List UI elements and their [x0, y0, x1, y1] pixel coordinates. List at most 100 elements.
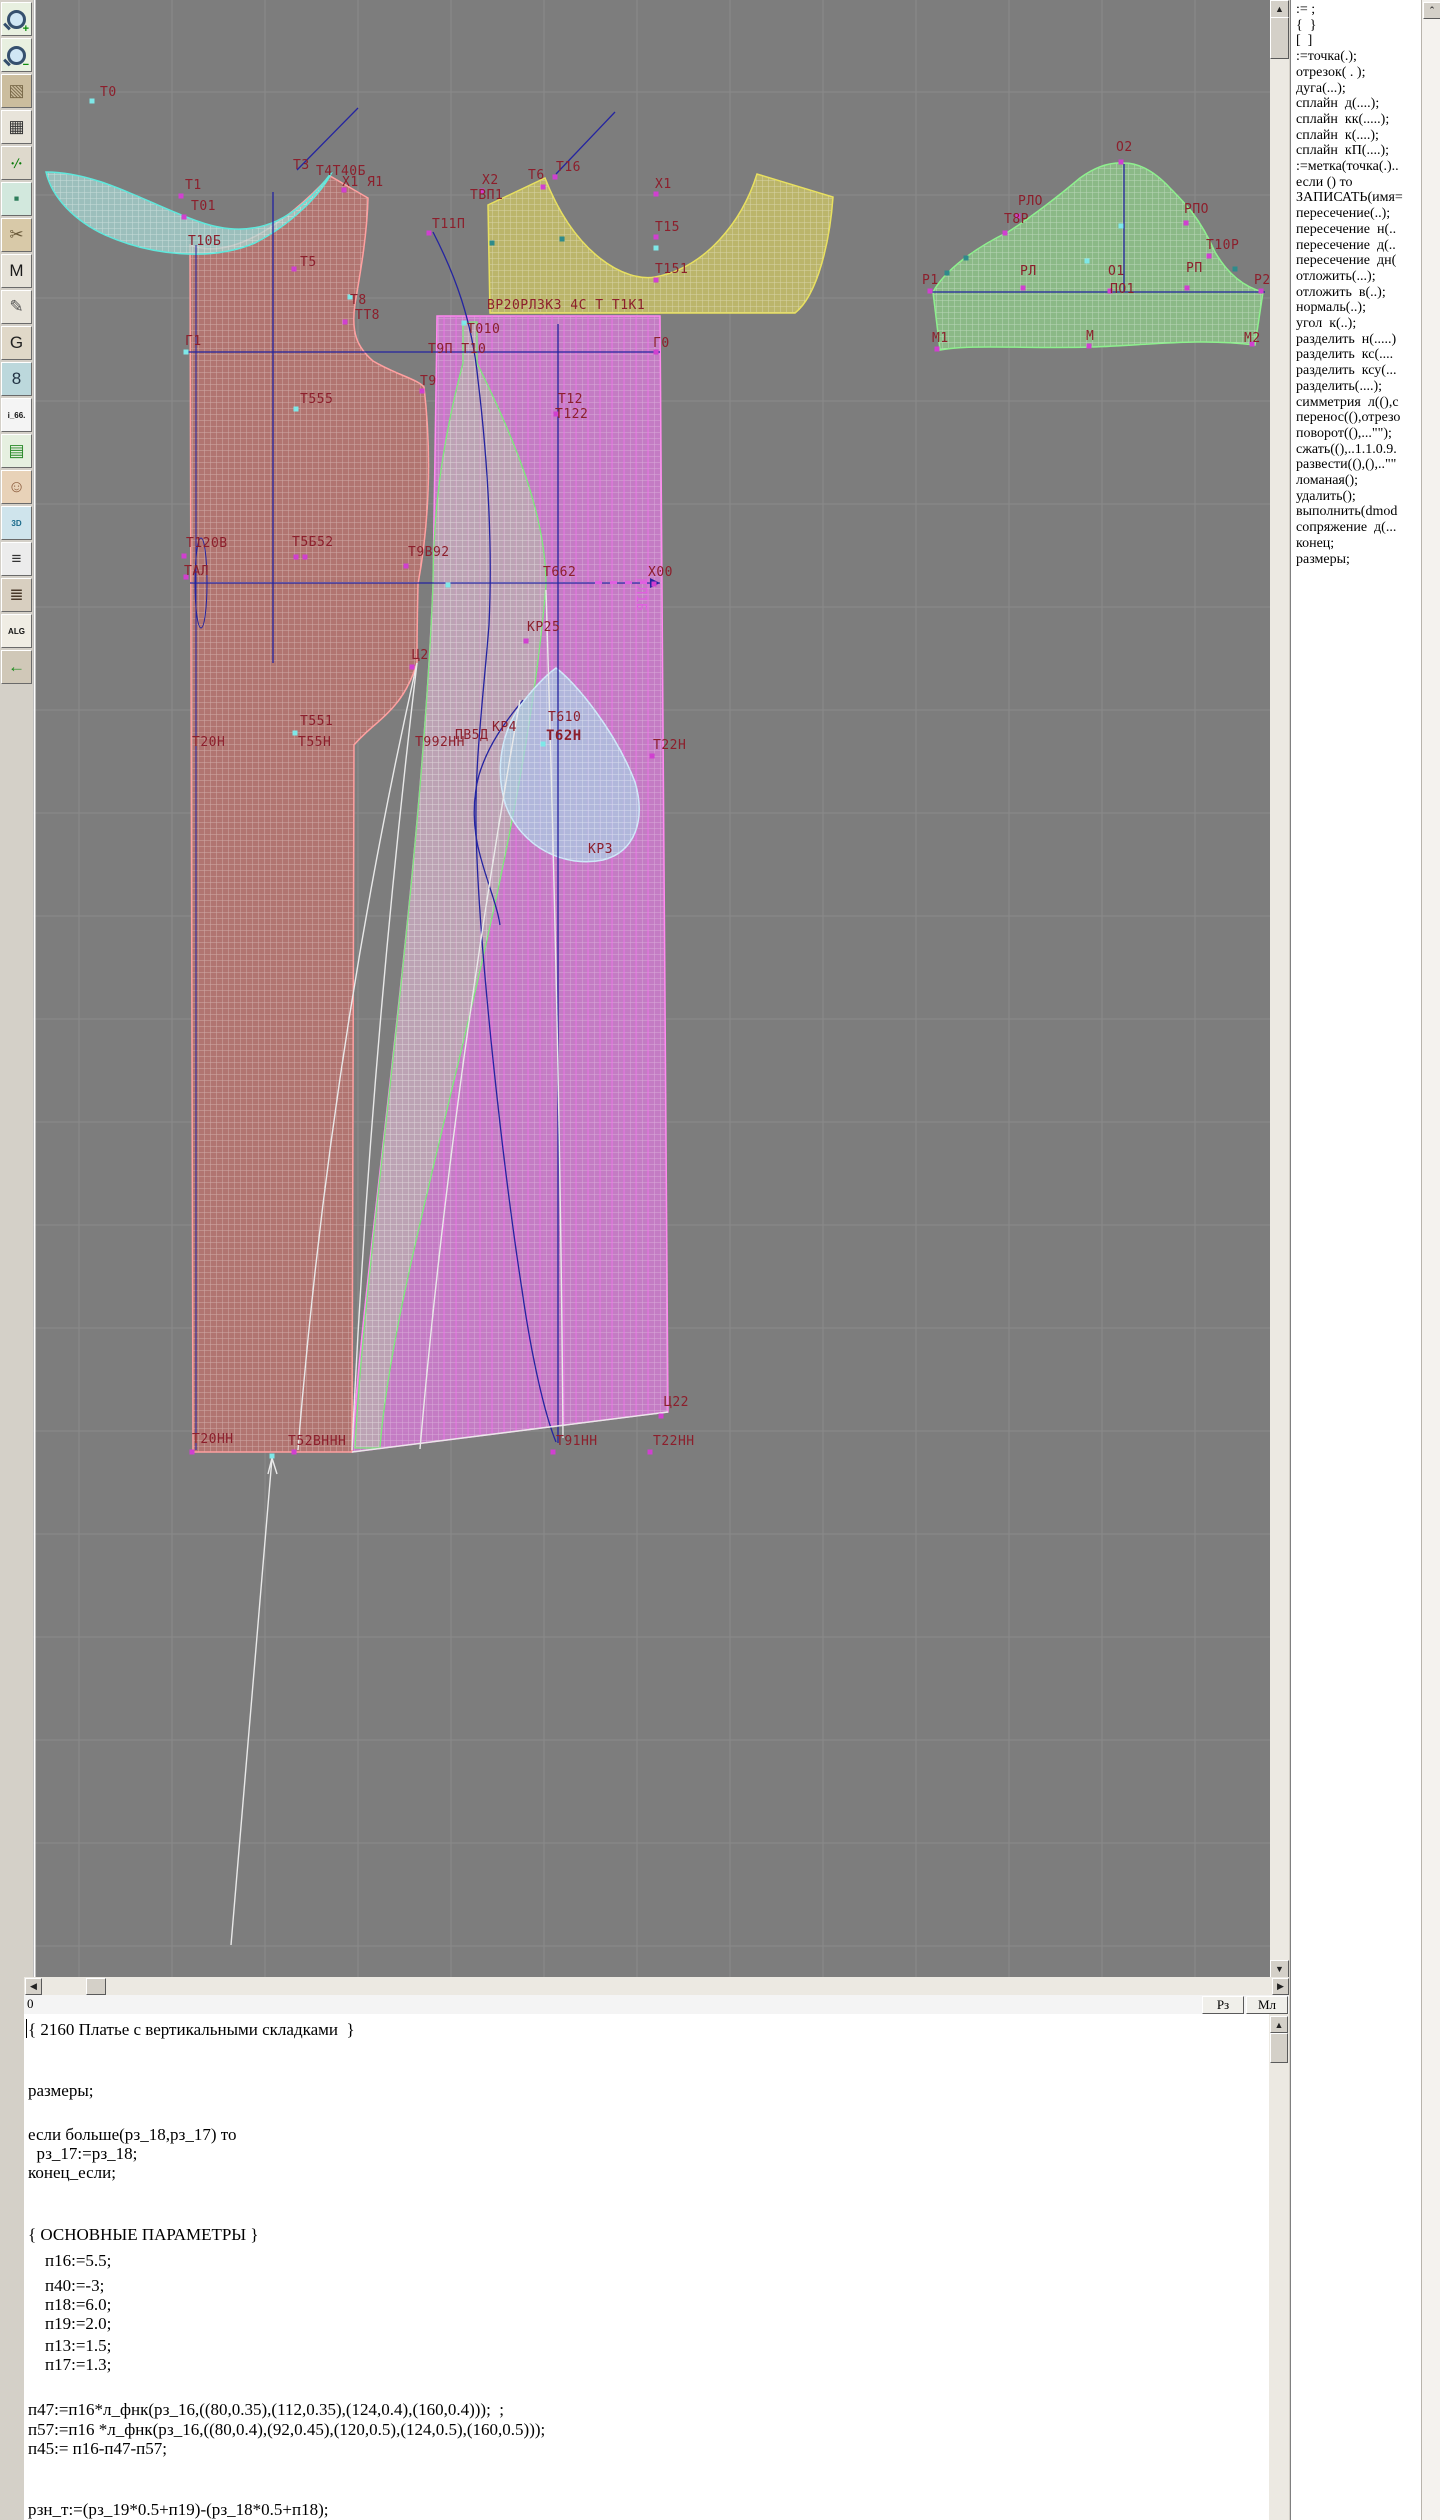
- point-marker[interactable]: [945, 271, 950, 276]
- command-item[interactable]: удалить();: [1296, 489, 1416, 504]
- scroll-down-button[interactable]: ▼: [1270, 1960, 1289, 1978]
- point-marker[interactable]: [420, 389, 425, 394]
- point-marker[interactable]: [652, 582, 657, 587]
- pattern-canvas[interactable]: Т0Т1Т01Т10БТ3Т4Т40БХ1 Я1Т5Т8ТТ8Г1Т11ПХ2Т…: [33, 0, 1270, 1977]
- command-item[interactable]: :=точка(.);: [1296, 49, 1416, 64]
- point-marker[interactable]: [541, 185, 546, 190]
- journals-tool[interactable]: ≣: [1, 578, 32, 612]
- point-marker[interactable]: [654, 278, 659, 283]
- point-marker[interactable]: [1003, 231, 1008, 236]
- point-marker[interactable]: [292, 267, 297, 272]
- point-marker[interactable]: [553, 175, 558, 180]
- command-item[interactable]: пересечение дн(: [1296, 253, 1416, 268]
- canvas-hscrollbar[interactable]: ◀ ▶: [24, 1977, 1289, 1995]
- point-marker[interactable]: [410, 665, 415, 670]
- hscroll-thumb[interactable]: [86, 1978, 106, 1995]
- escroll-thumb[interactable]: [1270, 2033, 1288, 2063]
- size-table-tool[interactable]: ▤: [1, 434, 32, 468]
- point-marker[interactable]: [462, 321, 467, 326]
- command-item[interactable]: сопряжение д(...: [1296, 520, 1416, 535]
- g-letter-tool[interactable]: G: [1, 326, 32, 360]
- drafting-tools[interactable]: ✎: [1, 290, 32, 324]
- zoom-out-tool[interactable]: −: [1, 38, 32, 72]
- point-marker[interactable]: [964, 256, 969, 261]
- scroll-up-button[interactable]: ▲: [1270, 2016, 1288, 2033]
- command-item[interactable]: перенос((),отрезо: [1296, 410, 1416, 425]
- point-marker[interactable]: [1185, 286, 1190, 291]
- point-marker[interactable]: [928, 289, 933, 294]
- command-item[interactable]: угол к(..);: [1296, 316, 1416, 331]
- point-marker[interactable]: [294, 555, 299, 560]
- command-item[interactable]: сплайн д(....);: [1296, 96, 1416, 111]
- command-item[interactable]: разделить ксу(...: [1296, 363, 1416, 378]
- point-marker[interactable]: [270, 1454, 275, 1459]
- command-item[interactable]: [ ]: [1296, 33, 1416, 48]
- point-marker[interactable]: [935, 347, 940, 352]
- point-marker[interactable]: [1207, 254, 1212, 259]
- model-photo-tool[interactable]: ☺: [1, 470, 32, 504]
- command-item[interactable]: сплайн к(....);: [1296, 128, 1416, 143]
- point-marker[interactable]: [293, 731, 298, 736]
- command-item[interactable]: выполнить(dmod: [1296, 504, 1416, 519]
- point-marker[interactable]: [551, 1450, 556, 1455]
- scroll-up-button[interactable]: ⌃: [1423, 2, 1440, 19]
- point-marker[interactable]: [446, 583, 451, 588]
- command-item[interactable]: пересечение(..);: [1296, 206, 1416, 221]
- command-item[interactable]: { }: [1296, 18, 1416, 33]
- point-marker[interactable]: [184, 350, 189, 355]
- point-marker[interactable]: [654, 235, 659, 240]
- point-marker[interactable]: [294, 407, 299, 412]
- point-marker[interactable]: [303, 555, 308, 560]
- command-item[interactable]: разделить кс(....: [1296, 347, 1416, 362]
- command-item[interactable]: нормаль(..);: [1296, 300, 1416, 315]
- command-item[interactable]: сплайн кП(....);: [1296, 143, 1416, 158]
- point-marker[interactable]: [292, 1450, 297, 1455]
- point-marker[interactable]: [179, 194, 184, 199]
- command-item[interactable]: дуга(...);: [1296, 81, 1416, 96]
- point-marker[interactable]: [650, 754, 655, 759]
- point-marker[interactable]: [1085, 259, 1090, 264]
- point-marker[interactable]: [343, 320, 348, 325]
- segment-tool[interactable]: •╱•: [1, 146, 32, 180]
- scroll-left-button[interactable]: ◀: [25, 1978, 42, 1995]
- command-item[interactable]: пересечение д(..: [1296, 238, 1416, 253]
- command-item[interactable]: отрезок( . );: [1296, 65, 1416, 80]
- i66-file-tool[interactable]: i_66.: [1, 398, 32, 432]
- point-marker[interactable]: [1233, 267, 1238, 272]
- point-marker[interactable]: [490, 241, 495, 246]
- point-marker[interactable]: [404, 564, 409, 569]
- point-marker[interactable]: [1087, 344, 1092, 349]
- vscroll-thumb[interactable]: [1270, 17, 1289, 59]
- 3d-view-tool[interactable]: 3D: [1, 506, 32, 540]
- command-item[interactable]: := ;: [1296, 2, 1416, 17]
- point-marker[interactable]: [1021, 286, 1026, 291]
- exit-arrow-tool[interactable]: ←: [1, 650, 32, 684]
- command-item[interactable]: :=метка(точка(.)..: [1296, 159, 1416, 174]
- command-item[interactable]: поворот((),..."");: [1296, 426, 1416, 441]
- command-item[interactable]: ломаная();: [1296, 473, 1416, 488]
- scroll-up-button[interactable]: ▲: [1270, 0, 1289, 18]
- pattern-photo-tool[interactable]: ▧: [1, 74, 32, 108]
- command-item[interactable]: симметрия л((),с: [1296, 395, 1416, 410]
- rz-button[interactable]: Рз: [1202, 1996, 1244, 2014]
- command-item[interactable]: разделить(....);: [1296, 379, 1416, 394]
- editor-vscrollbar[interactable]: ▲: [1269, 2014, 1289, 2520]
- point-marker[interactable]: [90, 99, 95, 104]
- command-item[interactable]: отложить в(..);: [1296, 285, 1416, 300]
- command-item[interactable]: сплайн кк(.....);: [1296, 112, 1416, 127]
- command-item[interactable]: если () то: [1296, 175, 1416, 190]
- grid-table-tool[interactable]: ▦: [1, 110, 32, 144]
- point-marker[interactable]: [524, 639, 529, 644]
- command-item[interactable]: сжать((),..1.1.0.9.: [1296, 442, 1416, 457]
- point-marker[interactable]: [560, 237, 565, 242]
- canvas-vscrollbar[interactable]: ▲ ▼: [1270, 0, 1289, 1977]
- point-marker[interactable]: [190, 1450, 195, 1455]
- point-marker[interactable]: [1259, 289, 1264, 294]
- point-marker[interactable]: [427, 231, 432, 236]
- documents-list-tool[interactable]: ≡: [1, 542, 32, 576]
- ruler-8-tool[interactable]: 8: [1, 362, 32, 396]
- alg-page-tool[interactable]: ALG: [1, 614, 32, 648]
- command-item[interactable]: размеры;: [1296, 552, 1416, 567]
- command-item[interactable]: конец;: [1296, 536, 1416, 551]
- command-item[interactable]: развести((),(),.."": [1296, 457, 1416, 472]
